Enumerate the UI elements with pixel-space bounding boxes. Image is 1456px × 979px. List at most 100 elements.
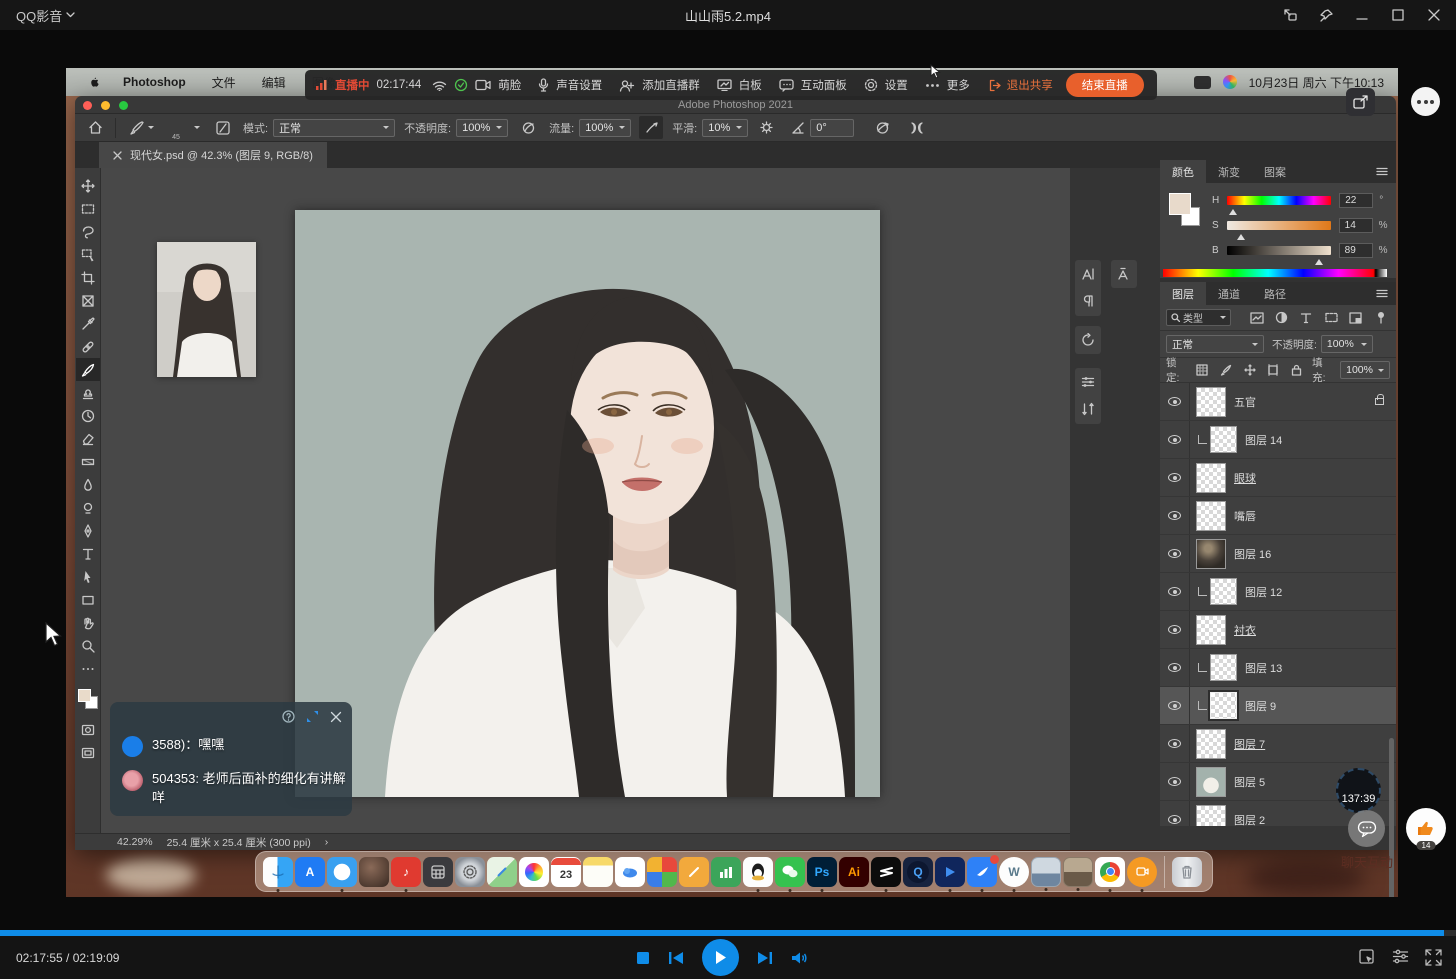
quick-mask-icon[interactable] [76,718,100,741]
zoom-level[interactable]: 42.29% [117,836,153,848]
dock-messenger-bird-icon[interactable] [967,857,997,887]
camera-icon[interactable] [475,79,491,91]
opacity-select[interactable]: 100% [456,119,508,137]
microphone-icon[interactable] [538,78,549,92]
input-method-icon[interactable] [1194,76,1211,89]
filter-type-layers-icon[interactable] [1297,309,1316,326]
brush-settings-panel-icon[interactable] [1076,368,1100,395]
layer-row[interactable]: 图层 12 [1160,573,1396,611]
lock-position-icon[interactable] [1241,362,1258,379]
screen-mode-icon[interactable] [76,741,100,764]
tab-color[interactable]: 颜色 [1160,160,1206,183]
tab-paths[interactable]: 路径 [1252,282,1298,305]
layer-thumbnail[interactable] [1196,387,1226,417]
layer-row[interactable]: 五官 [1160,383,1396,421]
brightness-value[interactable]: 89 [1339,243,1373,258]
brightness-slider[interactable] [1227,246,1331,255]
player-menu-button[interactable]: QQ影音 [16,6,75,25]
whiteboard-button[interactable]: 白板 [739,77,762,93]
chevron-down-icon[interactable] [148,126,154,132]
brush-tool-preset-icon[interactable] [124,116,148,139]
eraser-tool-icon[interactable] [76,427,100,450]
filter-adjustment-layers-icon[interactable] [1272,309,1291,326]
layer-thumbnail[interactable] [1196,729,1226,759]
dock-netease-music-icon[interactable]: ♪ [391,857,421,887]
panel-menu-icon[interactable] [1376,289,1388,298]
mini-mode-button[interactable] [1282,7,1298,23]
visibility-eye-icon[interactable] [1160,459,1190,496]
layer-filter-select[interactable]: 类型 [1166,309,1231,326]
pen-tool-icon[interactable] [76,519,100,542]
layer-thumbnail[interactable] [1196,539,1226,569]
previous-button[interactable] [668,951,684,965]
layer-thumbnail[interactable] [1196,463,1226,493]
menubar-app-name[interactable]: Photoshop [123,75,186,89]
dock-finder-icon[interactable] [263,857,293,887]
lasso-tool-icon[interactable] [76,220,100,243]
healing-brush-tool-icon[interactable] [76,335,100,358]
dock-wechat-icon[interactable] [775,857,805,887]
airbrush-toggle-icon[interactable] [639,116,663,139]
visibility-eye-icon[interactable] [1160,573,1190,610]
audio-settings-button[interactable]: 声音设置 [556,77,602,93]
visibility-eye-icon[interactable] [1160,421,1190,458]
layers-scrollbar[interactable] [1389,738,1394,897]
object-selection-tool-icon[interactable] [76,243,100,266]
dock-trash-icon[interactable] [1172,857,1202,887]
history-brush-tool-icon[interactable] [76,404,100,427]
glyphs-panel-icon[interactable] [1112,260,1136,287]
toggle-brush-panel-icon[interactable] [210,116,234,139]
fill-select[interactable]: 100% [1340,361,1390,379]
zoom-tool-icon[interactable] [76,634,100,657]
playlist-settings-button[interactable] [1392,949,1409,966]
pressure-size-icon[interactable] [870,116,894,139]
tab-channels[interactable]: 通道 [1206,282,1252,305]
brush-angle-icon[interactable] [786,116,810,139]
foreground-background-swatches[interactable] [77,688,99,712]
color-spectrum-bar[interactable] [1163,269,1387,277]
class-timer-badge[interactable]: 137:39 [1336,768,1381,813]
dock-illustrator-icon[interactable]: Ai [839,857,869,887]
dock-notes-icon[interactable] [583,857,613,887]
layer-thumbnail[interactable] [1210,654,1237,681]
interaction-panel-icon[interactable] [779,79,794,92]
filter-pin-icon[interactable] [1371,309,1390,326]
tab-close-icon[interactable] [113,151,122,160]
hand-tool-icon[interactable] [76,611,100,634]
face-filter-button[interactable]: 萌脸 [498,77,521,93]
visibility-eye-icon[interactable] [1160,383,1190,420]
dock-video-player-icon[interactable] [935,857,965,887]
foreground-color-swatch[interactable] [78,689,91,702]
dock-baidu-netdisk-icon[interactable] [615,857,645,887]
type-tool-icon[interactable] [76,542,100,565]
marquee-tool-icon[interactable] [76,197,100,220]
next-button[interactable] [757,951,773,965]
pin-button[interactable] [1318,7,1334,23]
blur-tool-icon[interactable] [76,473,100,496]
interaction-panel-button[interactable]: 互动面板 [801,77,847,93]
visibility-eye-icon[interactable] [1160,687,1190,724]
float-more-button[interactable] [1411,87,1440,116]
lock-artboard-icon[interactable] [1265,362,1282,379]
blend-mode-select[interactable]: 正常 [273,119,395,137]
edit-toolbar-icon[interactable] [76,657,100,680]
layer-row-selected[interactable]: 图层 9 [1160,687,1396,725]
whiteboard-icon[interactable] [717,79,732,91]
dock-safari-icon[interactable] [327,857,357,887]
character-panel-icon[interactable] [1076,260,1100,287]
dock-stocks-icon[interactable] [711,857,741,887]
end-live-button[interactable]: 结束直播 [1066,73,1144,97]
clone-stamp-tool-icon[interactable] [76,381,100,404]
dock-game-icon[interactable] [359,857,389,887]
filter-smart-objects-icon[interactable] [1346,309,1365,326]
fullscreen-button[interactable] [1425,949,1442,966]
tab-pattern[interactable]: 图案 [1252,160,1298,183]
dock-maps-icon[interactable] [487,857,517,887]
layer-row[interactable]: 图层 7 [1160,725,1396,763]
screen-share-status-icon[interactable] [454,78,468,92]
layer-thumbnail[interactable] [1196,805,1226,827]
lock-all-icon[interactable] [1289,362,1306,379]
visibility-eye-icon[interactable] [1160,497,1190,534]
shape-tool-icon[interactable] [76,588,100,611]
saturation-slider[interactable] [1227,221,1331,230]
